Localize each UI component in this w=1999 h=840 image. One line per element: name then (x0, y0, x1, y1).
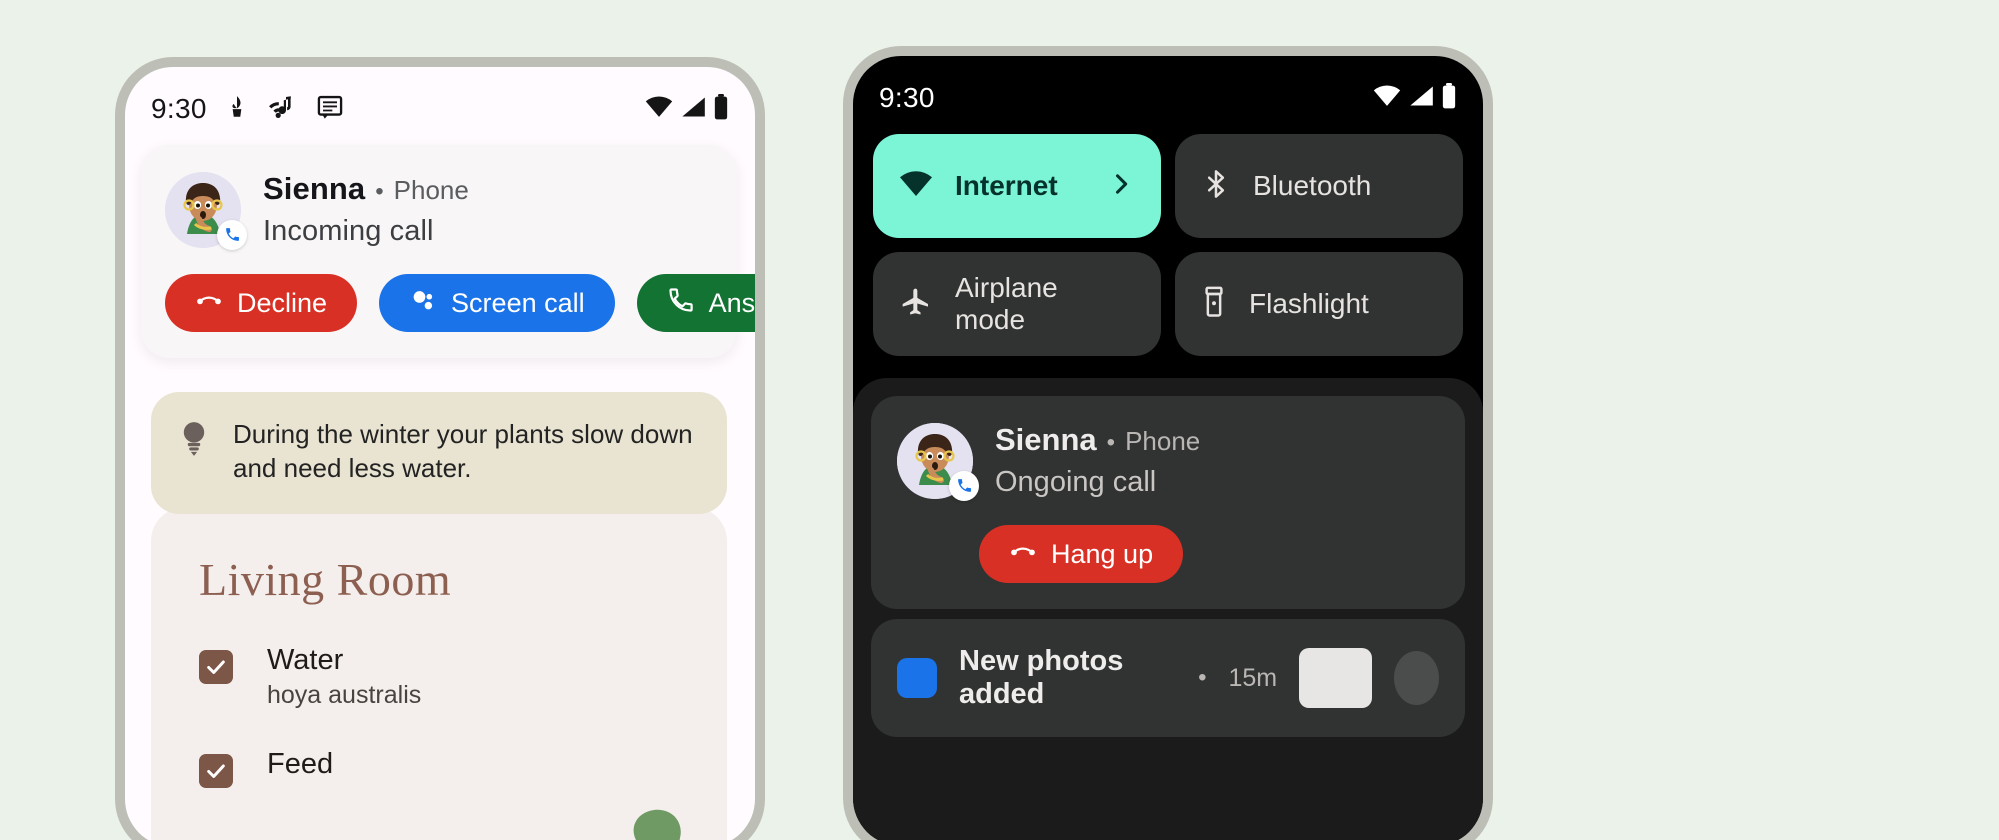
plant-illustration (507, 722, 727, 840)
bluetooth-icon (1201, 168, 1231, 205)
ongoing-call-notification[interactable]: Sienna • Phone Ongoing call Hang up (871, 396, 1465, 609)
call-status: Incoming call (263, 215, 434, 247)
quick-tile-airplane-mode[interactable]: Airplane mode (873, 252, 1161, 356)
checkbox-checked-icon[interactable] (199, 754, 233, 788)
right-phone-device: 9:30 Internet Bluetooth Airplane mode Fl… (843, 46, 1493, 840)
battery-icon (713, 93, 729, 125)
quick-tile-flashlight[interactable]: Flashlight (1175, 252, 1463, 356)
battery-icon (1441, 82, 1457, 114)
left-phone-screen: 9:30 During the winter your plants slow … (125, 67, 755, 840)
chevron-right-icon[interactable] (1107, 170, 1135, 203)
avatar-wrapper (897, 422, 979, 501)
flashlight-icon (1201, 286, 1227, 323)
quick-tile-label: Internet (955, 170, 1058, 201)
app-name: Phone (393, 175, 469, 205)
screenshot-root: 9:30 During the winter your plants slow … (0, 0, 1999, 840)
photos-notification-title: New photos added (959, 645, 1124, 710)
answer-button[interactable]: Answer (636, 274, 755, 332)
call-end-icon (1009, 537, 1037, 572)
quick-tile-label: Flashlight (1249, 288, 1369, 319)
incoming-call-notification[interactable]: Sienna • Phone Incoming call Decline Scr… (141, 145, 755, 358)
right-status-left: 9:30 (879, 82, 935, 114)
checkbox-checked-icon[interactable] (199, 650, 233, 684)
photos-app-icon (897, 658, 937, 698)
wifi-icon (645, 96, 673, 123)
wifi-music-icon (267, 93, 299, 126)
phone-badge-icon (217, 219, 247, 250)
hang-up-button-label: Hang up (1051, 538, 1154, 569)
avatar-wrapper (165, 171, 247, 250)
airplane-icon (899, 286, 933, 323)
task-title: Feed (267, 748, 334, 780)
list-item-text: Feed (267, 748, 333, 781)
quick-settings-grid: Internet Bluetooth Airplane mode Flashli… (873, 134, 1463, 356)
photo-thumbnail[interactable] (1299, 648, 1372, 708)
ongoing-call-header: Sienna • Phone Ongoing call (897, 422, 1439, 501)
call-end-icon (195, 286, 223, 321)
answer-button-label: Answer (708, 287, 755, 318)
notification-shade: Sienna • Phone Ongoing call Hang up New … (853, 378, 1483, 840)
task-title: Water (267, 644, 344, 676)
hang-up-button[interactable]: Hang up (979, 525, 1184, 583)
right-status-bar: 9:30 (853, 56, 1483, 118)
left-phone-device: 9:30 During the winter your plants slow … (115, 57, 765, 840)
call-icon (667, 286, 695, 321)
app-name: Phone (1125, 426, 1201, 456)
signal-icon (1408, 85, 1434, 112)
quick-tile-label: Bluetooth (1253, 170, 1372, 201)
quick-settings-panel: Internet Bluetooth Airplane mode Flashli… (853, 118, 1483, 356)
right-phone-screen: 9:30 Internet Bluetooth Airplane mode Fl… (853, 56, 1483, 840)
assistant-icon (409, 286, 437, 321)
room-title: Living Room (199, 554, 452, 605)
call-title-row: Sienna • Phone (263, 171, 469, 207)
message-icon (316, 93, 344, 126)
ongoing-call-title-row: Sienna • Phone (995, 422, 1200, 458)
living-room-card[interactable]: Living Room Water hoya australis Feed (151, 507, 727, 840)
call-status: Ongoing call (995, 466, 1157, 498)
plant-tip-text: During the winter your plants slow down … (233, 419, 693, 483)
status-time: 9:30 (879, 82, 935, 113)
list-item-text: Water hoya australis (267, 644, 421, 710)
ongoing-call-text: Sienna • Phone Ongoing call (995, 422, 1200, 499)
screen-call-button[interactable]: Screen call (379, 274, 615, 332)
status-time: 9:30 (151, 93, 207, 124)
expand-icon[interactable] (1393, 651, 1439, 705)
separator-dot: • (1106, 429, 1116, 456)
separator-dot: • (1198, 664, 1207, 691)
decline-button-label: Decline (237, 287, 328, 318)
left-status-right (645, 93, 729, 125)
caller-name: Sienna (995, 422, 1097, 457)
ongoing-call-actions: Hang up (897, 525, 1439, 583)
caller-name: Sienna (263, 171, 366, 206)
signal-icon (680, 96, 706, 123)
screen-call-button-label: Screen call (451, 287, 585, 318)
decline-button[interactable]: Decline (165, 274, 358, 332)
left-status-left: 9:30 (151, 93, 344, 126)
photos-notification[interactable]: New photos added • 15m (871, 619, 1465, 737)
quick-tile-internet[interactable]: Internet (873, 134, 1161, 238)
right-status-right (1373, 82, 1457, 114)
call-notification-header: Sienna • Phone Incoming call (165, 171, 713, 250)
quick-tile-bluetooth[interactable]: Bluetooth (1175, 134, 1463, 238)
left-status-bar: 9:30 (125, 67, 755, 129)
wifi-icon (1373, 85, 1401, 112)
plant-icon (224, 93, 250, 126)
photos-notification-time: 15m (1228, 663, 1278, 692)
separator-dot: • (375, 178, 384, 205)
lightbulb-icon (177, 418, 211, 463)
call-notification-text: Sienna • Phone Incoming call (263, 171, 469, 248)
call-action-buttons: Decline Screen call Answer (165, 274, 755, 332)
wifi-icon (899, 170, 933, 202)
plant-tip-card[interactable]: During the winter your plants slow down … (151, 392, 727, 514)
task-subtitle: hoya australis (267, 681, 422, 709)
quick-tile-label: Airplane mode (955, 272, 1058, 335)
phone-badge-icon (949, 470, 979, 501)
